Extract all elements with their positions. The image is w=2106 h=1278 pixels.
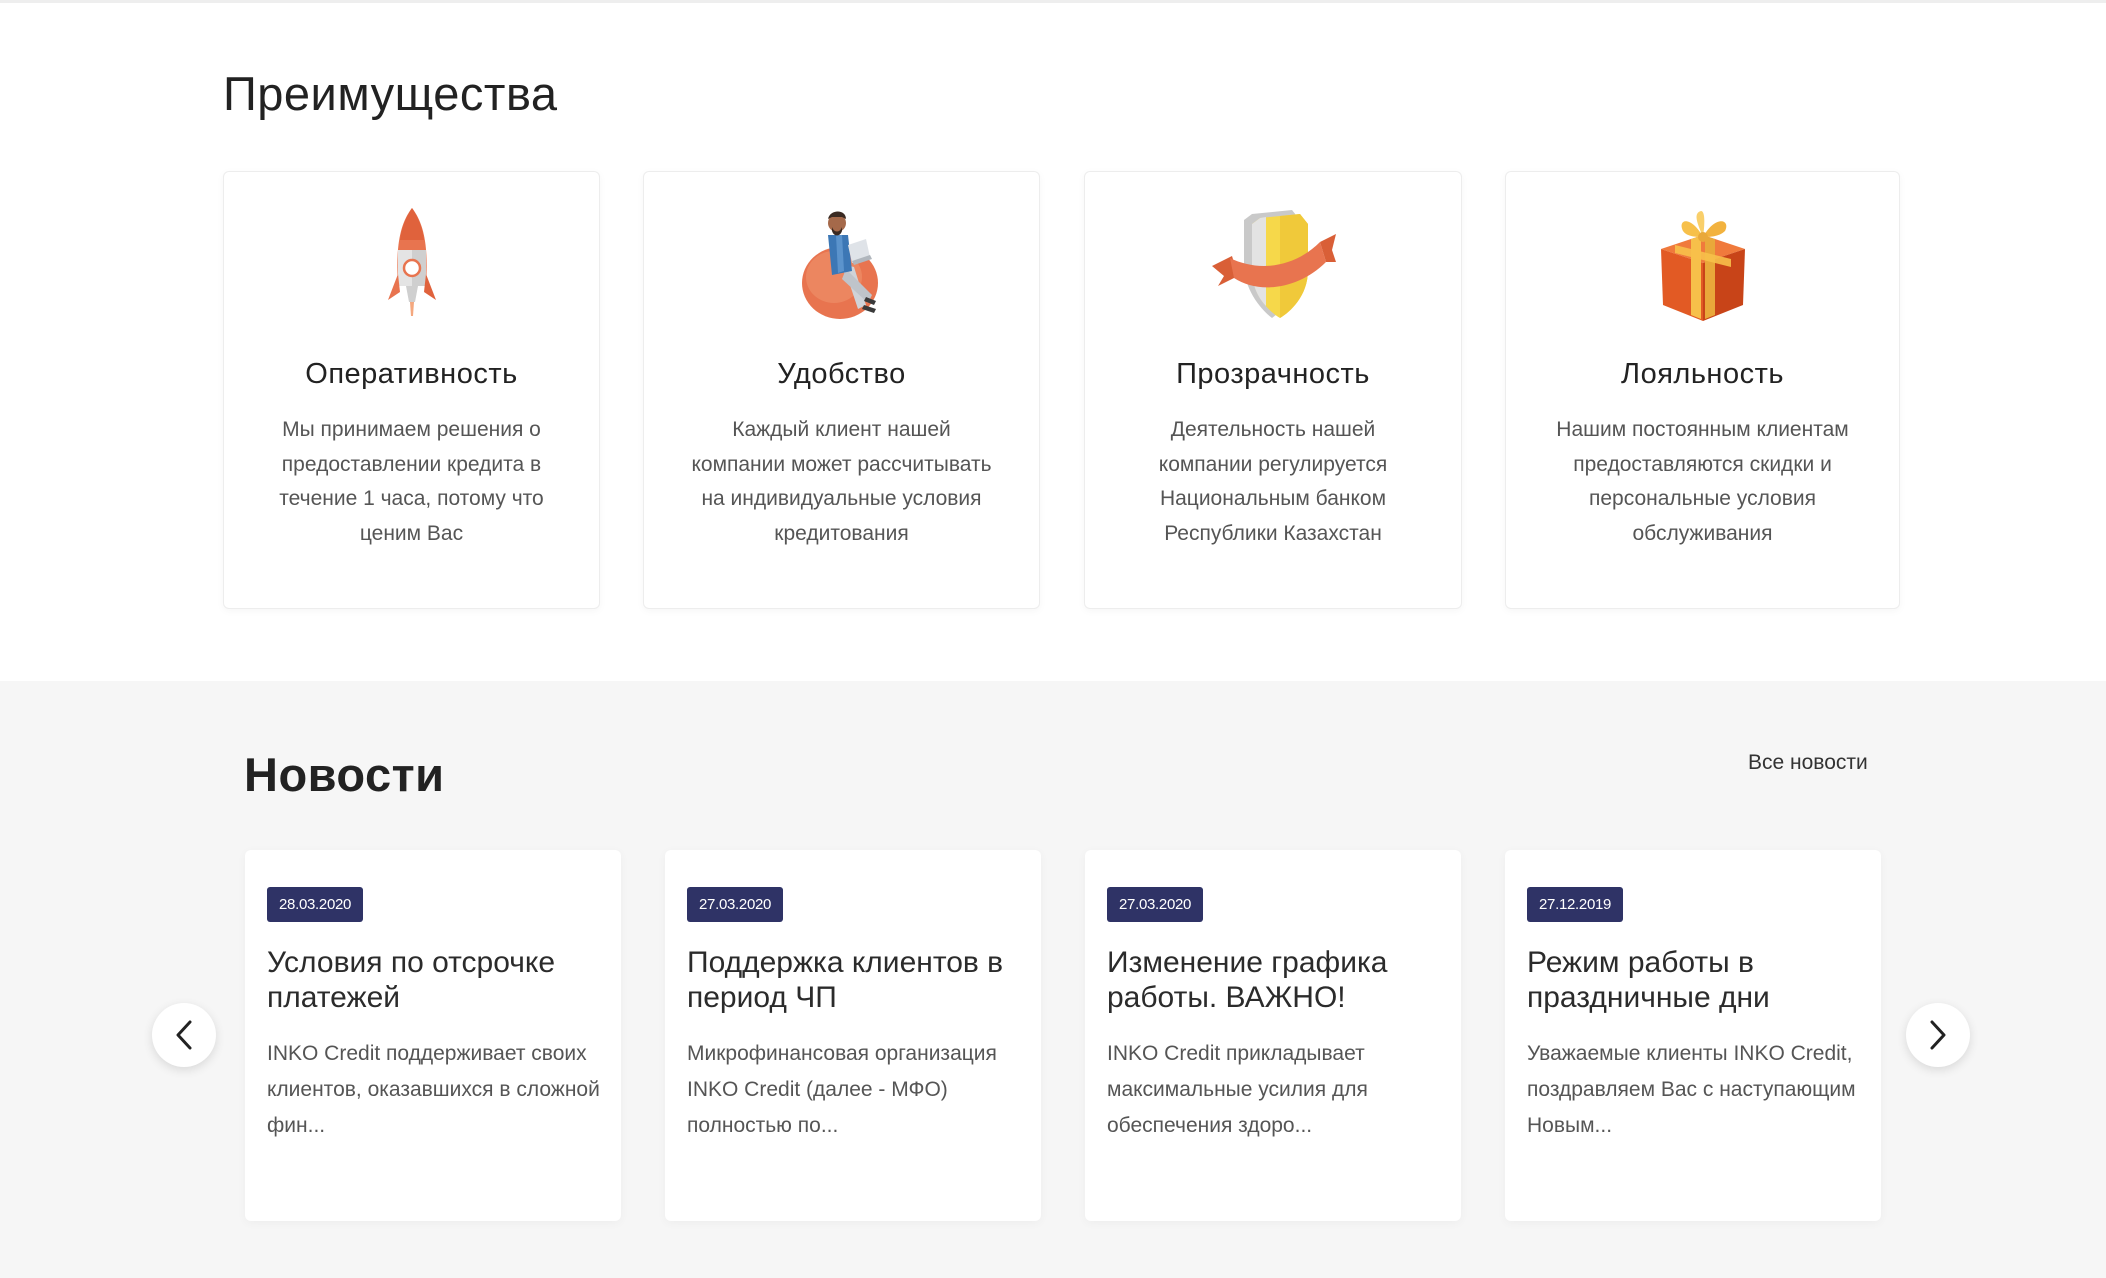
news-excerpt: Микрофинансовая организация INKO Credit … [687,1042,997,1137]
news-card[interactable]: 27.12.2019 Режим работы в праздничные дн… [1505,850,1881,1221]
top-divider [0,0,2106,3]
news-section: Новости Все новости 28.03.2020 Условия п… [0,681,2106,1278]
advantage-title: Лояльность [1621,358,1784,390]
advantage-text: Мы принимаем решения о предоставлении кр… [279,418,544,545]
news-card[interactable]: 28.03.2020 Условия по отсрочке платежей … [245,850,621,1221]
news-date-badge: 28.03.2020 [267,887,364,922]
news-headline: Изменение графика работы. ВАЖНО! [1107,946,1388,1014]
advantage-text: Деятельность нашей компании регулируется… [1158,418,1388,545]
news-card[interactable]: 27.03.2020 Поддержка клиентов в период Ч… [665,850,1041,1221]
news-title: Новости [244,748,445,801]
chevron-right-icon [1930,1020,1946,1050]
shield-ribbon-icon [1085,202,1461,327]
news-date-badge: 27.03.2020 [687,887,784,922]
news-excerpt: Уважаемые клиенты INKO Credit, поздравля… [1527,1042,1856,1137]
advantage-title: Удобство [777,358,906,390]
advantage-title: Оперативность [305,358,518,390]
news-date-badge: 27.03.2020 [1107,887,1204,922]
news-date-badge: 27.12.2019 [1527,887,1624,922]
rocket-icon [224,202,599,327]
advantages-section: Преимущества Оперативность Мы принимаем … [0,0,2106,681]
carousel-next-button[interactable] [1906,1003,1970,1067]
news-headline: Режим работы в праздничные дни [1527,946,1770,1014]
advantage-title: Прозрачность [1176,358,1370,390]
news-card[interactable]: 27.03.2020 Изменение графика работы. ВАЖ… [1085,850,1461,1221]
gift-box-icon [1506,202,1899,327]
news-excerpt: INKO Credit прикладывает максимальные ус… [1107,1042,1368,1137]
advantage-card-speed: Оперативность Мы принимаем решения о пре… [223,171,600,609]
advantages-title: Преимущества [223,67,558,120]
carousel-prev-button[interactable] [152,1003,216,1067]
advantage-card-transparency: Прозрачность Деятельность нашей компании… [1084,171,1462,609]
news-headline: Поддержка клиентов в период ЧП [687,946,1004,1014]
advantage-card-loyalty: Лояльность Нашим постоянным клиентам пре… [1505,171,1900,609]
advantage-text: Каждый клиент нашей компании может рассч… [691,418,992,545]
advantage-card-convenience: Удобство Каждый клиент нашей компании мо… [643,171,1040,609]
news-headline: Условия по отсрочке платежей [267,946,556,1014]
advantage-text: Нашим постоянным клиентам предоставляютс… [1556,418,1849,545]
chevron-left-icon [176,1020,192,1050]
person-beanbag-laptop-icon [644,202,1039,327]
all-news-link[interactable]: Все новости [1748,751,1868,775]
news-excerpt: INKO Credit поддерживает своих клиентов,… [267,1042,600,1137]
